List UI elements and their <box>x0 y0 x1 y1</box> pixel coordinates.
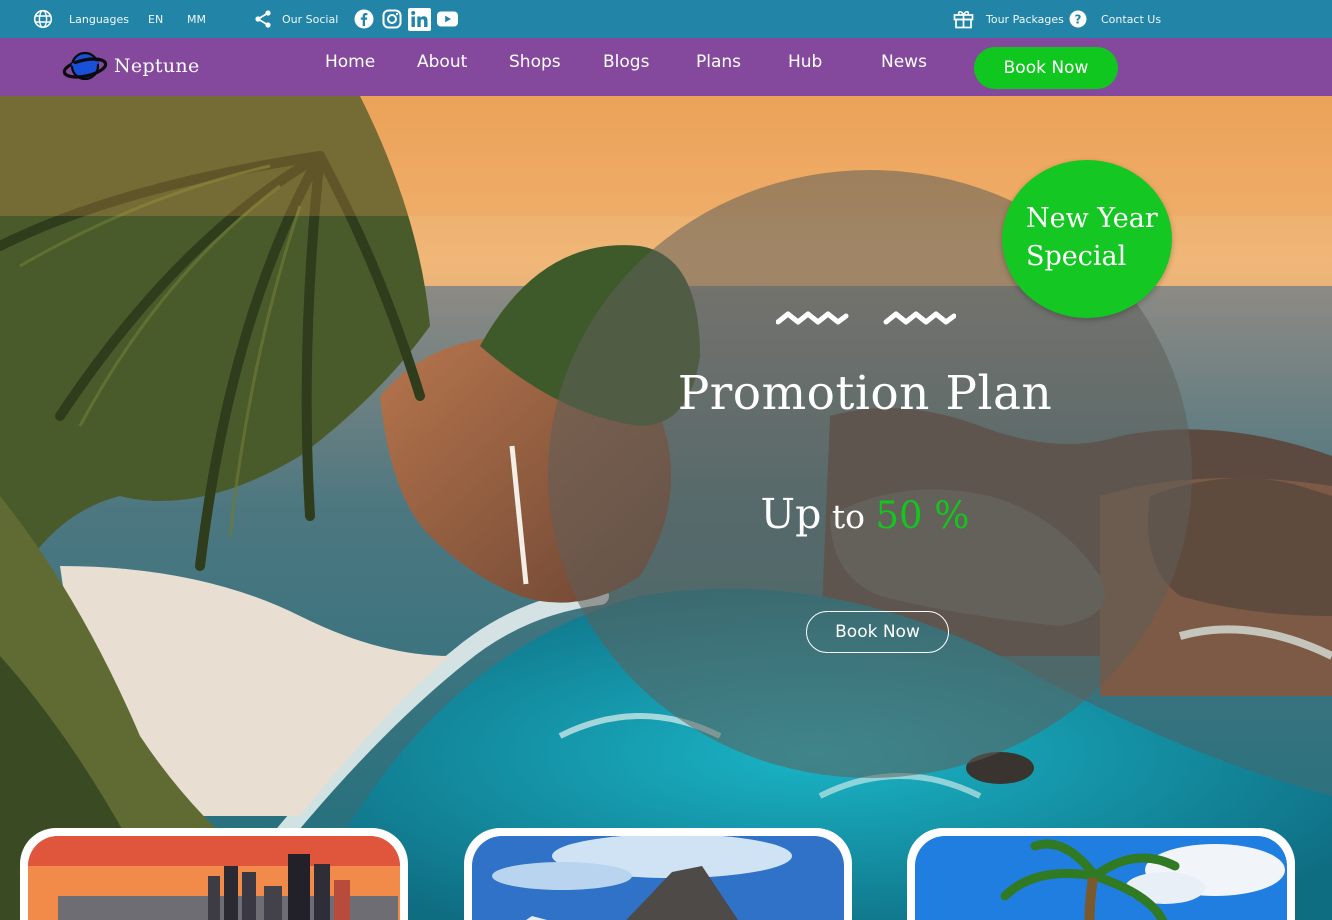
destination-card-tropical[interactable] <box>907 828 1295 920</box>
destination-card-mountain[interactable] <box>464 828 852 920</box>
top-utility-bar: Languages EN MM Our Social Tour Packages… <box>0 0 1332 38</box>
hero-section: New Year Special Promotion Plan Up to 50… <box>0 96 1332 920</box>
nav-link-about[interactable]: About <box>417 52 467 72</box>
tour-packages-link[interactable]: Tour Packages <box>986 0 1064 38</box>
destination-card-city[interactable] <box>20 828 408 920</box>
badge-line-1: New Year <box>1026 203 1158 234</box>
card-image-mountain <box>472 836 844 920</box>
language-mm-option[interactable]: MM <box>187 0 206 38</box>
nav-link-home[interactable]: Home <box>325 52 375 72</box>
share-icon <box>253 0 273 38</box>
planet-icon <box>62 51 108 81</box>
facebook-icon[interactable] <box>354 0 374 38</box>
nav-link-shops[interactable]: Shops <box>509 52 561 72</box>
badge-line-2: Special <box>1026 241 1127 272</box>
globe-icon[interactable] <box>33 0 53 38</box>
discount-line: Up to 50 % <box>600 490 1130 538</box>
discount-to-text: to <box>821 497 876 536</box>
linkedin-icon[interactable] <box>408 0 431 38</box>
nav-link-plans[interactable]: Plans <box>696 52 741 72</box>
brand-logo[interactable]: Neptune <box>62 47 200 85</box>
nav-link-hub[interactable]: Hub <box>788 52 822 72</box>
languages-label: Languages <box>69 12 130 26</box>
youtube-icon[interactable] <box>437 0 458 38</box>
main-navigation: Neptune Home About Shops Blogs Plans Hub… <box>0 38 1332 96</box>
discount-value: 50 % <box>875 494 970 537</box>
svg-text:?: ? <box>1075 13 1082 27</box>
card-image-city-skyline <box>28 836 400 920</box>
new-year-special-badge: New Year Special <box>1002 160 1172 318</box>
hero-book-now-button[interactable]: Book Now <box>806 611 949 653</box>
discount-up-text: Up <box>760 490 822 538</box>
gift-icon <box>953 0 974 38</box>
our-social-label: Our Social <box>282 12 339 26</box>
nav-link-news[interactable]: News <box>881 52 927 72</box>
contact-us-link[interactable]: Contact Us <box>1101 0 1161 38</box>
nav-book-now-button[interactable]: Book Now <box>974 47 1118 89</box>
decorative-waves <box>776 311 956 325</box>
nav-link-blogs[interactable]: Blogs <box>603 52 649 72</box>
card-image-palm-tree <box>915 836 1287 920</box>
instagram-icon[interactable] <box>382 0 402 38</box>
language-en-option[interactable]: EN <box>148 0 163 38</box>
brand-name: Neptune <box>114 55 200 77</box>
help-icon: ? <box>1069 0 1087 38</box>
promotion-title: Promotion Plan <box>677 366 1053 421</box>
